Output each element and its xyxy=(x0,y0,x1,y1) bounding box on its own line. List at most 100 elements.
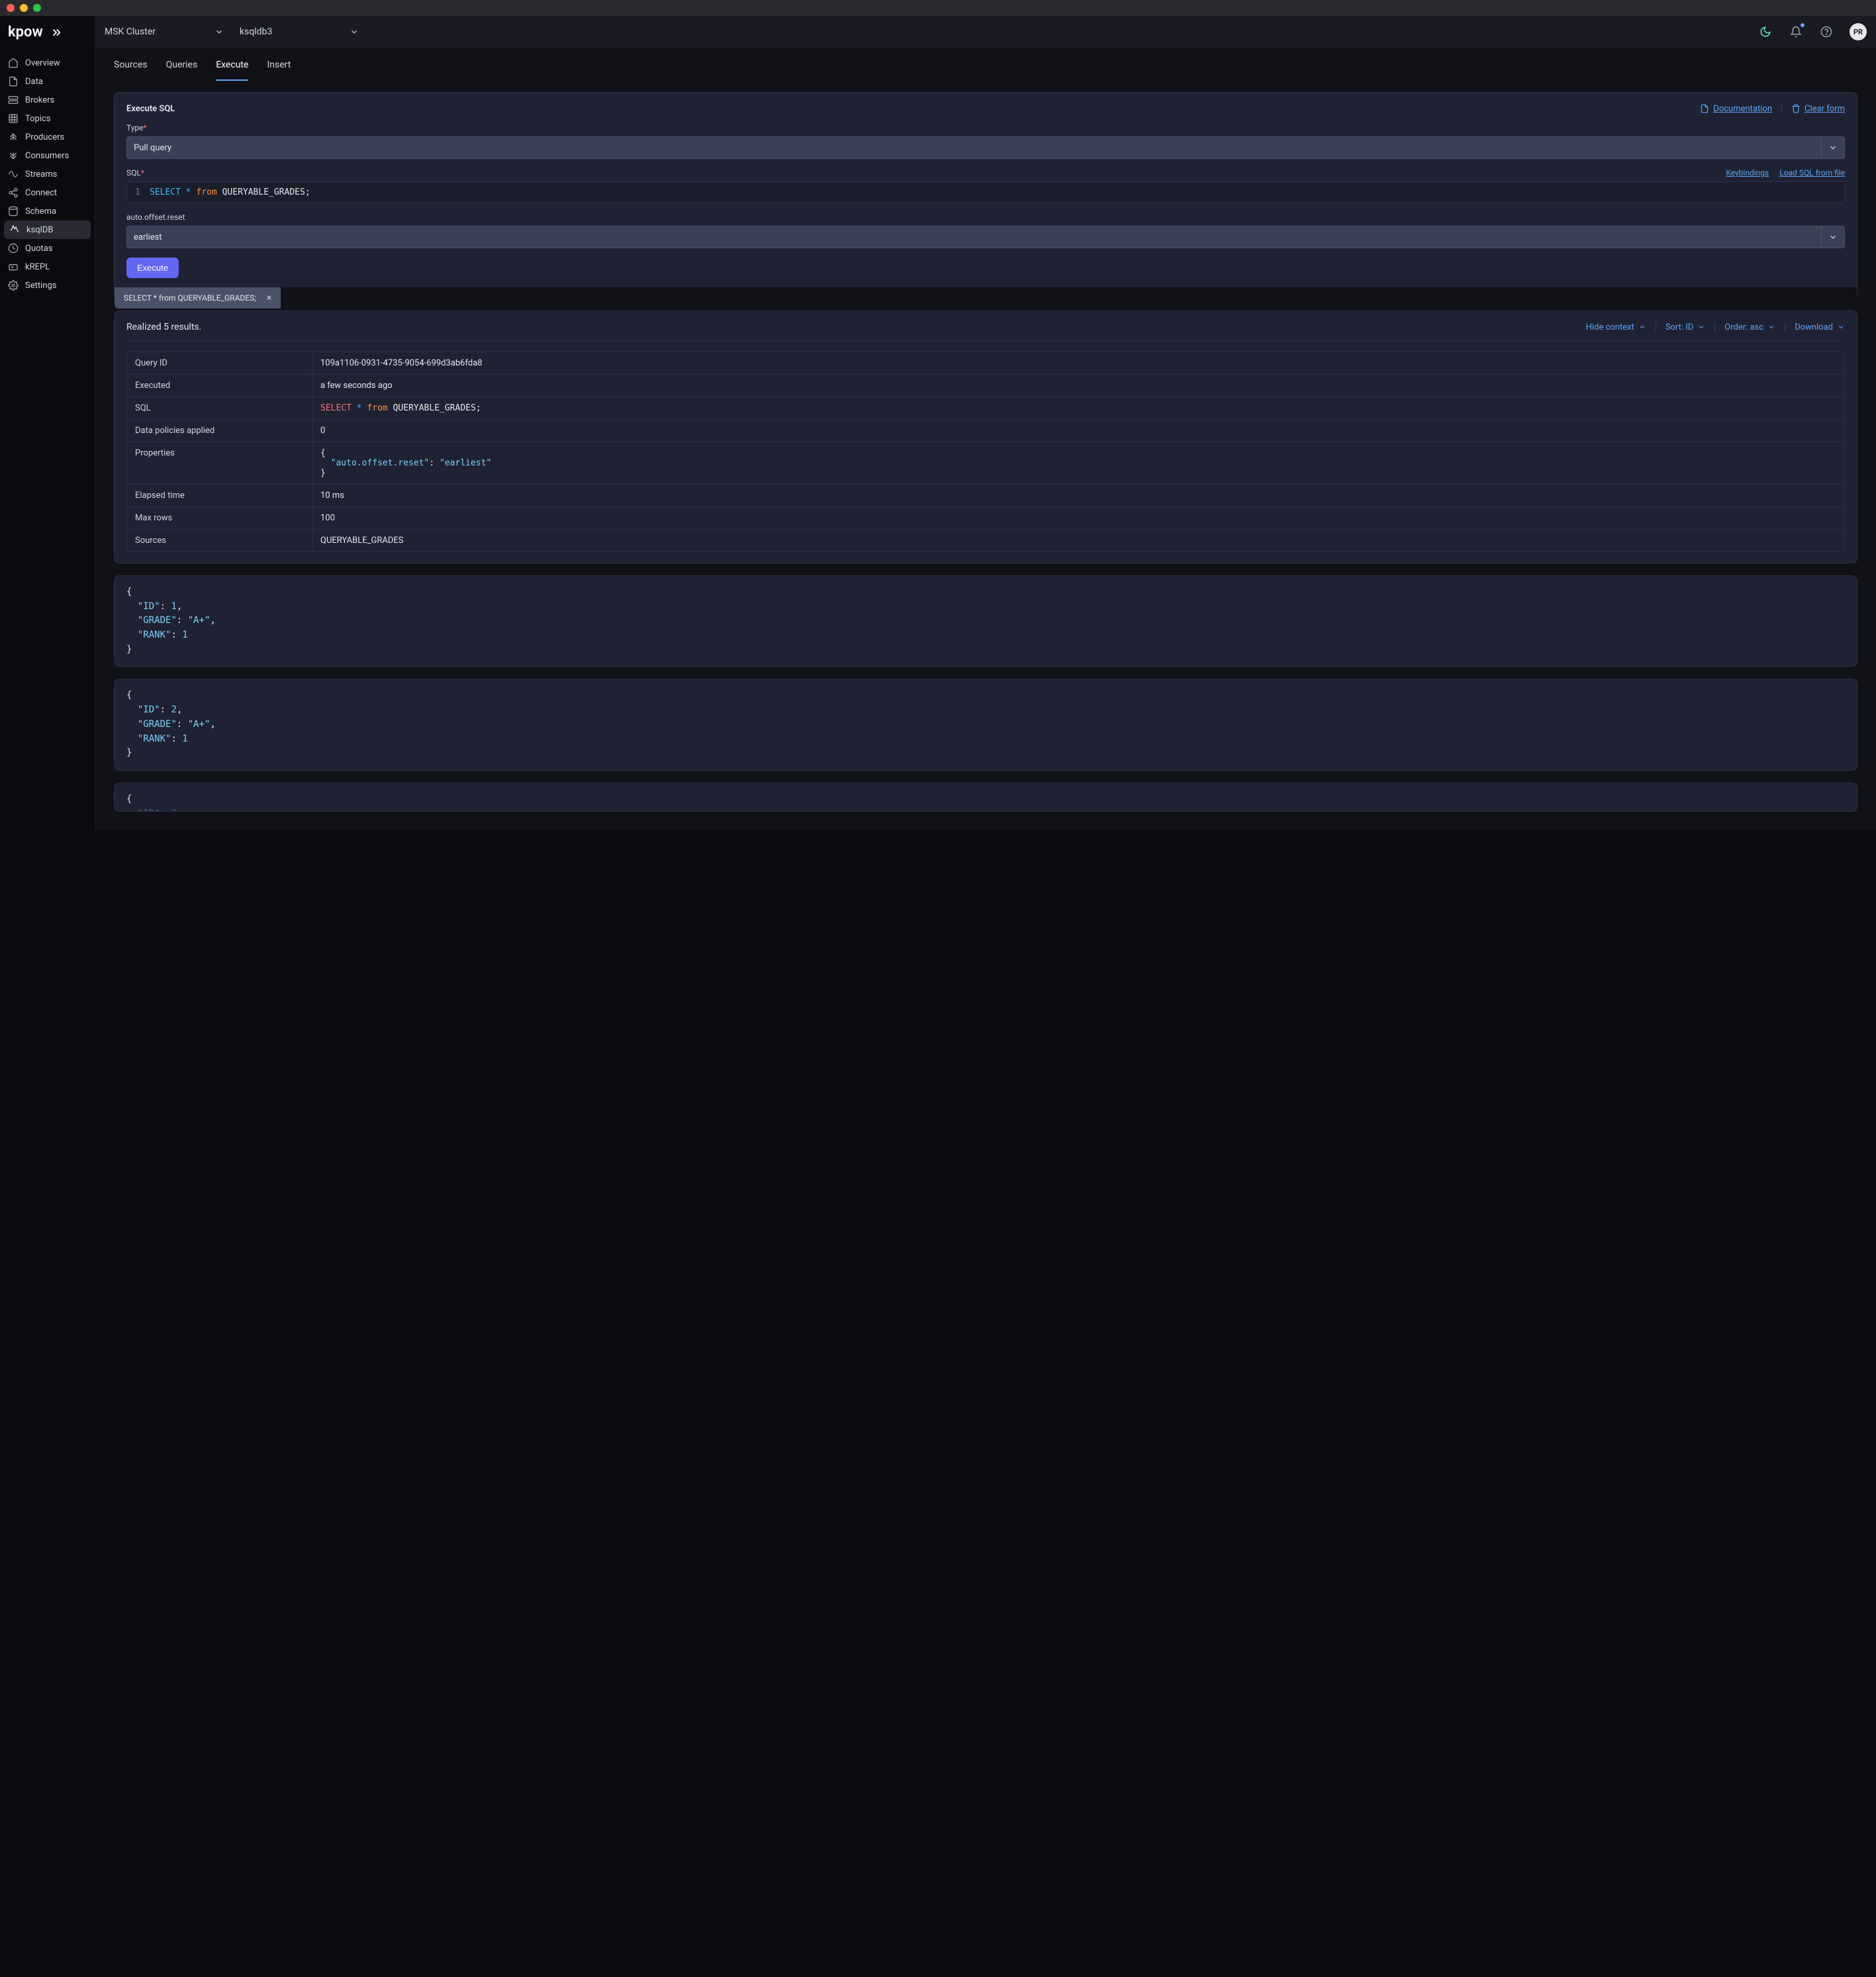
sidebar-item-label: Data xyxy=(25,77,43,87)
chevron-down-icon xyxy=(1767,323,1775,331)
context-value: 10 ms xyxy=(312,485,1845,507)
tabs: Sources Queries Execute Insert xyxy=(95,48,1876,81)
offset-label: auto.offset.reset xyxy=(126,213,185,222)
window-chrome xyxy=(0,0,1876,16)
bell-icon xyxy=(1790,26,1802,38)
clear-link-label: Clear form xyxy=(1805,104,1845,114)
order-dropdown[interactable]: Order: asc xyxy=(1724,322,1775,332)
query-tab-bar: SELECT * from QUERYABLE_GRADES; × xyxy=(115,287,1857,309)
kw-select: SELECT xyxy=(150,187,181,197)
result-row: { "ID": 1, "GRADE": "A+", "RANK": 1 } xyxy=(114,575,1857,667)
result-row: { "ID": 3 xyxy=(114,783,1857,812)
tab-queries[interactable]: Queries xyxy=(166,48,198,81)
moon-icon xyxy=(1759,26,1771,38)
close-window-dot[interactable] xyxy=(7,4,15,12)
cluster-dropdown[interactable]: MSK Cluster xyxy=(105,26,224,37)
sidebar-item-producers[interactable]: Producers xyxy=(0,128,95,146)
context-row: Data policies applied0 xyxy=(127,420,1845,442)
sidebar-item-label: Quotas xyxy=(25,244,53,254)
type-select[interactable]: Pull query xyxy=(126,136,1845,159)
sidebar-item-label: Overview xyxy=(25,58,60,68)
context-row: Query ID109a1106-0931-4735-9054-699d3ab6… xyxy=(127,352,1845,375)
sidebar-item-label: ksqlDB xyxy=(26,225,53,235)
doc-link-label: Documentation xyxy=(1713,104,1772,114)
nav-icon xyxy=(8,169,19,179)
sidebar-item-quotas[interactable]: Quotas xyxy=(0,239,95,258)
sql-editor[interactable]: 1 SELECT * from QUERYABLE_GRADES; xyxy=(126,181,1845,203)
tab-insert[interactable]: Insert xyxy=(267,48,291,81)
sidebar-item-overview[interactable]: Overview xyxy=(0,54,95,72)
ksql-dropdown[interactable]: ksqldb3 xyxy=(240,26,359,37)
context-row: Properties{ "auto.offset.reset": "earlie… xyxy=(127,442,1845,485)
help-button[interactable] xyxy=(1819,24,1834,39)
sidebar-item-label: kREPL xyxy=(25,262,50,272)
sidebar-item-streams[interactable]: Streams xyxy=(0,165,95,183)
context-key: Data policies applied xyxy=(127,420,312,442)
sidebar-item-label: Brokers xyxy=(25,95,54,105)
context-value: { "auto.offset.reset": "earliest"} xyxy=(312,442,1845,485)
context-key: Properties xyxy=(127,442,312,485)
context-value: 0 xyxy=(312,420,1845,442)
offset-value: earliest xyxy=(134,232,162,242)
sidebar-item-data[interactable]: Data xyxy=(0,72,95,91)
sidebar-item-ksqldb[interactable]: ksqlDB xyxy=(4,220,91,239)
context-key: Query ID xyxy=(127,352,312,375)
context-value: QUERYABLE_GRADES xyxy=(312,530,1845,552)
sidebar-item-label: Consumers xyxy=(25,151,69,161)
sidebar-item-label: Connect xyxy=(25,188,57,198)
sidebar-item-label: Producers xyxy=(25,132,64,142)
divider xyxy=(1714,322,1715,332)
type-label: Type xyxy=(126,123,144,132)
execute-button[interactable]: Execute xyxy=(126,258,179,278)
divider xyxy=(1781,103,1782,114)
chevron-up-icon xyxy=(1638,323,1646,331)
sidebar-item-brokers[interactable]: Brokers xyxy=(0,91,95,109)
notifications-button[interactable] xyxy=(1789,24,1803,39)
tab-sources[interactable]: Sources xyxy=(114,48,148,81)
download-label: Download xyxy=(1795,322,1833,332)
hide-context-toggle[interactable]: Hide context xyxy=(1586,322,1646,332)
nav-icon xyxy=(9,224,20,235)
nav-icon xyxy=(8,113,19,124)
keybindings-link[interactable]: Keybindings xyxy=(1726,168,1769,177)
nav-icon xyxy=(8,58,19,68)
close-icon[interactable]: × xyxy=(267,293,271,303)
offset-select[interactable]: earliest xyxy=(126,226,1845,248)
sidebar-item-connect[interactable]: Connect xyxy=(0,183,95,202)
sidebar-item-topics[interactable]: Topics xyxy=(0,109,95,128)
sidebar-item-label: Schema xyxy=(25,207,56,217)
trash-icon xyxy=(1791,104,1801,113)
clear-form-link[interactable]: Clear form xyxy=(1791,104,1845,114)
query-tab-label: SELECT * from QUERYABLE_GRADES; xyxy=(124,293,256,303)
sidebar-item-krepl[interactable]: kREPL xyxy=(0,258,95,276)
tab-execute[interactable]: Execute xyxy=(216,48,248,81)
line-number: 1 xyxy=(134,187,140,197)
context-row: SourcesQUERYABLE_GRADES xyxy=(127,530,1845,552)
chevron-down-icon xyxy=(1697,323,1705,331)
chevron-down-icon xyxy=(350,27,359,36)
download-dropdown[interactable]: Download xyxy=(1795,322,1845,332)
type-value: Pull query xyxy=(134,143,171,153)
chevrons-right-icon xyxy=(47,26,66,38)
context-key: Sources xyxy=(127,530,312,552)
sidebar-item-schema[interactable]: Schema xyxy=(0,202,95,220)
sort-dropdown[interactable]: Sort: ID xyxy=(1665,322,1706,332)
load-sql-link[interactable]: Load SQL from file xyxy=(1779,168,1845,177)
nav-icon xyxy=(8,187,19,198)
results-panel: Realized 5 results. Hide context Sort: I… xyxy=(114,311,1857,563)
chevron-down-icon xyxy=(214,27,224,36)
minimize-window-dot[interactable] xyxy=(20,4,28,12)
sidebar-item-settings[interactable]: Settings xyxy=(0,276,95,295)
sidebar-item-consumers[interactable]: Consumers xyxy=(0,146,95,165)
logo: kpow xyxy=(0,16,95,54)
context-value: 109a1106-0931-4735-9054-699d3ab6fda8 xyxy=(312,352,1845,375)
query-tab[interactable]: SELECT * from QUERYABLE_GRADES; × xyxy=(115,287,281,309)
avatar[interactable]: PR xyxy=(1850,23,1867,40)
chevron-down-icon xyxy=(1828,232,1838,242)
ksql-label: ksqldb3 xyxy=(240,26,272,37)
theme-toggle[interactable] xyxy=(1758,24,1773,39)
maximize-window-dot[interactable] xyxy=(33,4,41,12)
results-summary: Realized 5 results. xyxy=(126,322,201,332)
cluster-label: MSK Cluster xyxy=(105,26,156,37)
documentation-link[interactable]: Documentation xyxy=(1700,104,1772,114)
